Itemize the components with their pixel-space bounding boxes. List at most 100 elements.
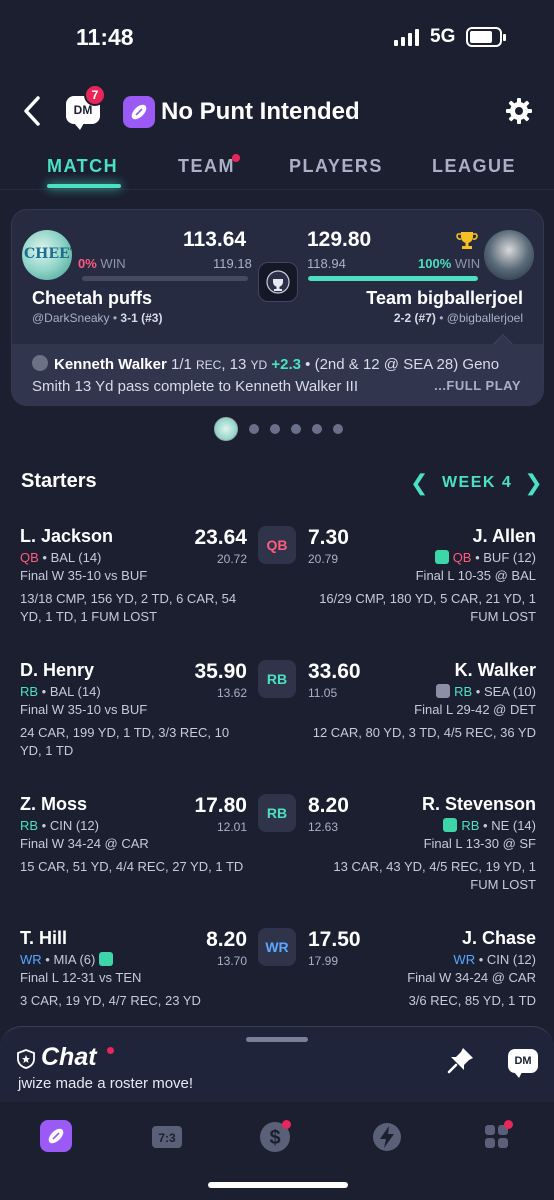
news-icon[interactable] bbox=[443, 818, 458, 832]
projection-left: 13.62 bbox=[216, 686, 247, 700]
full-play-link[interactable]: ...FULL PLAY bbox=[434, 375, 521, 396]
active-tab-indicator bbox=[47, 184, 121, 188]
projection-left: 12.01 bbox=[216, 820, 247, 834]
player-info-left: RB • BAL (14) bbox=[20, 684, 101, 699]
player-name-left[interactable]: L. Jackson bbox=[20, 526, 113, 547]
news-icon[interactable] bbox=[436, 684, 451, 698]
team-avatar-right[interactable] bbox=[484, 230, 534, 280]
win-prob-left: 0% WIN bbox=[78, 256, 126, 271]
points-right: 17.50 bbox=[308, 928, 361, 951]
battery-icon bbox=[466, 27, 506, 47]
player-info-left: WR • MIA (6) bbox=[20, 952, 117, 967]
team-avatar-left[interactable]: CHEETAH bbox=[22, 230, 72, 280]
dm-button[interactable]: DM bbox=[508, 1049, 538, 1078]
pager-dot[interactable] bbox=[270, 424, 280, 434]
scoreboard-icon: 7:3 bbox=[152, 1126, 182, 1148]
player-info-right: WR • CIN (12) bbox=[453, 952, 536, 967]
player-info-left: QB • BAL (14) bbox=[20, 550, 102, 565]
game-result-left: Final W 34-24 @ CAR bbox=[20, 836, 149, 851]
game-result-left: Final W 35-10 vs BUF bbox=[20, 702, 148, 717]
projection-right: 17.99 bbox=[308, 954, 339, 968]
pager-dot[interactable] bbox=[249, 424, 259, 434]
network-label: 5G bbox=[430, 26, 456, 47]
chat-panel[interactable]: Chat jwize made a roster move! DM bbox=[0, 1026, 554, 1102]
dm-label: DM bbox=[73, 103, 93, 117]
pager-dot[interactable] bbox=[333, 424, 343, 434]
player-name-left[interactable]: D. Henry bbox=[20, 660, 94, 681]
drag-handle[interactable] bbox=[246, 1037, 308, 1042]
win-bar-right-fill bbox=[308, 276, 478, 281]
score-left: 113.64 bbox=[183, 228, 247, 251]
chevron-right-icon[interactable]: ❯ bbox=[524, 470, 544, 496]
nav-league-button[interactable] bbox=[40, 1120, 72, 1152]
matchup-logo bbox=[258, 262, 298, 302]
gear-icon bbox=[506, 98, 532, 124]
pager-dot[interactable] bbox=[291, 424, 301, 434]
points-left: 35.90 bbox=[194, 660, 247, 683]
handle-left: @DarkSneaky • 3-1 (#3) bbox=[32, 311, 163, 325]
league-logo[interactable] bbox=[123, 96, 155, 128]
win-bar-left bbox=[82, 276, 248, 281]
game-result-right: Final W 34-24 @ CAR bbox=[407, 970, 536, 985]
player-name-left[interactable]: Z. Moss bbox=[20, 794, 87, 815]
points-left: 23.64 bbox=[194, 526, 247, 549]
win-prob-right: 100% WIN bbox=[418, 256, 481, 271]
tab-team[interactable]: TEAM bbox=[178, 156, 235, 177]
trophy-icon bbox=[266, 270, 290, 294]
dm-label: DM bbox=[514, 1055, 532, 1067]
player-name-left[interactable]: T. Hill bbox=[20, 928, 67, 949]
lightning-icon bbox=[373, 1123, 401, 1151]
stat-line-right: 16/29 CMP, 180 YD, 5 CAR, 21 YD, 1 FUM L… bbox=[319, 591, 536, 624]
nav-more-button[interactable] bbox=[480, 1120, 514, 1154]
player-name-right[interactable]: J. Chase bbox=[462, 928, 536, 949]
position-badge: WR bbox=[258, 928, 296, 966]
score-right: 129.80 bbox=[307, 228, 372, 251]
status-bar: 11:48 5G bbox=[0, 0, 554, 78]
news-icon[interactable] bbox=[434, 550, 449, 564]
settings-button[interactable] bbox=[504, 96, 534, 126]
stat-line-left: 15 CAR, 51 YD, 4/4 REC, 27 YD, 1 TD bbox=[20, 859, 244, 874]
back-button[interactable] bbox=[18, 94, 48, 128]
pager-dot[interactable] bbox=[312, 424, 322, 434]
league-name[interactable]: No Punt Intended bbox=[161, 98, 360, 126]
player-name-right[interactable]: K. Walker bbox=[455, 660, 536, 681]
matchup-card[interactable]: CHEETAH 0% WIN 113.64 119.18 129.80 118.… bbox=[11, 209, 544, 406]
tab-bar: MATCH TEAM PLAYERS LEAGUE bbox=[0, 144, 554, 190]
nav-lightning-button[interactable] bbox=[370, 1120, 404, 1154]
player-name-right[interactable]: R. Stevenson bbox=[422, 794, 536, 815]
points-left: 8.20 bbox=[206, 928, 247, 951]
points-right: 8.20 bbox=[308, 794, 349, 817]
tab-league[interactable]: LEAGUE bbox=[432, 156, 516, 177]
player-info-right: RB • SEA (10) bbox=[436, 684, 536, 699]
projection-left: 20.72 bbox=[216, 552, 247, 566]
status-time: 11:48 bbox=[76, 24, 134, 50]
projected-left: 119.18 bbox=[213, 256, 252, 271]
tab-match[interactable]: MATCH bbox=[47, 156, 118, 177]
tab-players[interactable]: PLAYERS bbox=[289, 156, 383, 177]
pin-icon[interactable] bbox=[446, 1045, 476, 1075]
starter-row: D. Henry RB • BAL (14) Final W 35-10 vs … bbox=[0, 660, 554, 790]
points-left: 17.80 bbox=[194, 794, 247, 817]
win-bar-right bbox=[308, 276, 478, 281]
nav-scores-button[interactable]: 7:3 bbox=[150, 1120, 184, 1154]
nav-more-dot bbox=[504, 1120, 513, 1129]
projection-right: 12.63 bbox=[308, 820, 339, 834]
player-name-right[interactable]: J. Allen bbox=[473, 526, 536, 547]
team-name-left[interactable]: Cheetah puffs bbox=[32, 288, 152, 309]
chevron-left-icon[interactable]: ❮ bbox=[410, 470, 430, 496]
team-name-right[interactable]: Team bigballerjoel bbox=[366, 288, 523, 309]
latest-play[interactable]: Kenneth Walker 1/1 REC, 13 YD +2.3 • (2n… bbox=[12, 344, 543, 405]
pager-avatar[interactable] bbox=[214, 417, 238, 441]
nav-money-button[interactable]: $ bbox=[258, 1120, 292, 1154]
team-notification-dot bbox=[232, 154, 240, 162]
game-result-right: Final L 29-42 @ DET bbox=[414, 702, 536, 717]
position-badge: RB bbox=[258, 794, 296, 832]
starter-row: L. Jackson QB • BAL (14) Final W 35-10 v… bbox=[0, 526, 554, 656]
player-avatar bbox=[32, 355, 48, 371]
signal-icon bbox=[394, 28, 419, 46]
news-icon[interactable] bbox=[98, 952, 113, 966]
app-header: DM 7 No Punt Intended bbox=[0, 84, 554, 136]
game-result-left: Final W 35-10 vs BUF bbox=[20, 568, 148, 583]
trophy-winner-icon bbox=[456, 232, 478, 249]
game-result-left: Final L 12-31 vs TEN bbox=[20, 970, 142, 985]
